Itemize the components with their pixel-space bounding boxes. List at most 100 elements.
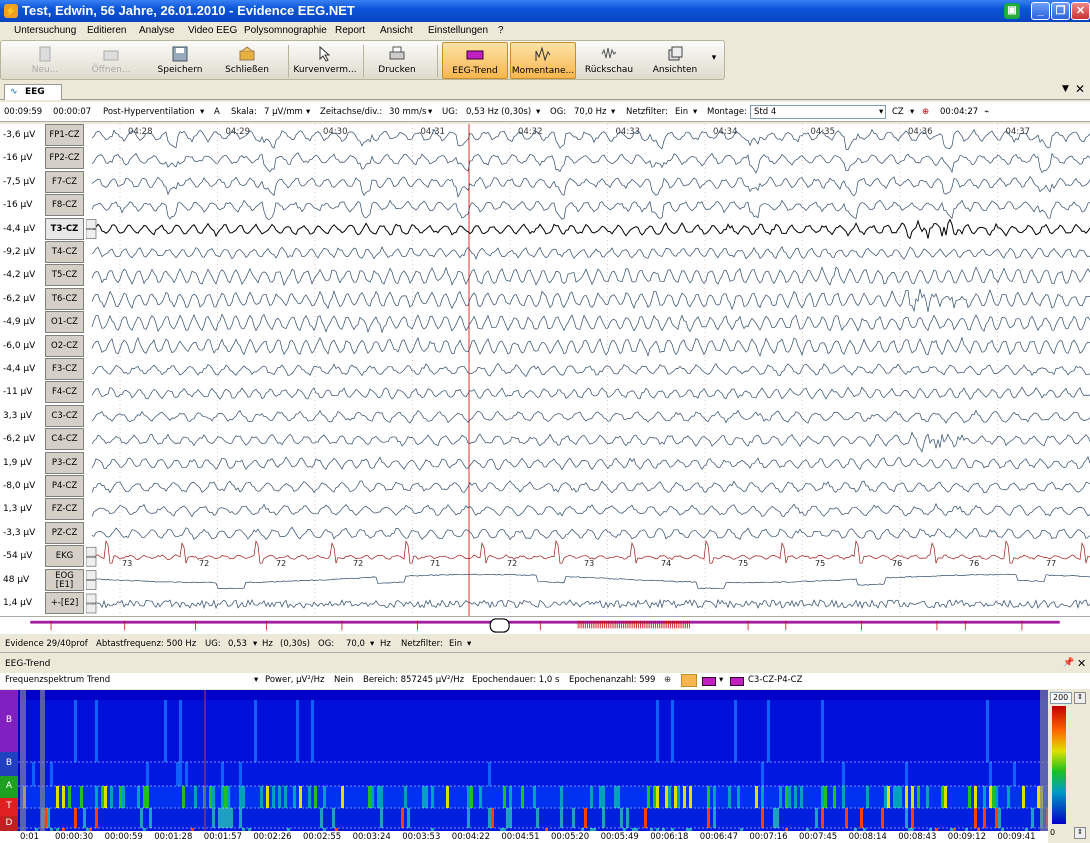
- frequency-spectrum-trend[interactable]: [0, 690, 1048, 831]
- timeline-thumb[interactable]: [489, 618, 510, 633]
- a-button[interactable]: A: [214, 107, 220, 117]
- reference-select[interactable]: CZ: [892, 107, 904, 117]
- trend-close-icon[interactable]: ✕: [1077, 657, 1086, 670]
- skala-select[interactable]: 7 µV/mm: [264, 107, 303, 117]
- channel-name-button[interactable]: F3-CZ: [45, 358, 84, 380]
- channel-name-button[interactable]: FP1-CZ: [45, 124, 84, 146]
- amplitude-minus-button[interactable]: [86, 556, 97, 567]
- color-palette-icon[interactable]: [681, 674, 697, 687]
- menu-editieren[interactable]: Editieren: [87, 25, 126, 36]
- power-unit-label[interactable]: Power, µV²/Hz: [265, 675, 324, 685]
- skala-dropdown-icon[interactable]: ▾: [306, 107, 310, 117]
- info-ug-dropdown-icon[interactable]: ▾: [253, 639, 257, 649]
- display-mode-icon[interactable]: [702, 677, 716, 686]
- og-select[interactable]: 70,0 Hz: [574, 107, 606, 117]
- minimize-button[interactable]: _: [1031, 2, 1050, 20]
- channel-name-button[interactable]: T5-CZ: [45, 264, 84, 287]
- info-ug-value[interactable]: 0,53: [228, 639, 247, 649]
- channel-name-button[interactable]: C3-CZ: [45, 404, 84, 427]
- channel-name-button[interactable]: FZ-CZ: [45, 498, 84, 521]
- menu-video-eeg[interactable]: Video EEG: [188, 25, 237, 36]
- channel-name-button[interactable]: F4-CZ: [45, 381, 84, 404]
- display-mode-dropdown-icon[interactable]: ▾: [719, 675, 723, 685]
- eeg-waveform-area[interactable]: 04:28 04:29 04:30 04:31 04:32 04:33 04:34 04:35…: [86, 124, 1090, 616]
- menu-ansicht[interactable]: Ansicht: [380, 25, 413, 36]
- momentary-button[interactable]: Momentane...: [510, 42, 576, 79]
- tab-close-icon[interactable]: ✕: [1075, 82, 1085, 96]
- epoch-duration-label[interactable]: Epochendauer: 1,0 s: [472, 675, 559, 685]
- scale-min-spinner-icon[interactable]: ⇕: [1074, 827, 1086, 839]
- eeg-trend-button[interactable]: EEG-Trend: [442, 42, 508, 79]
- scale-max-spinner-icon[interactable]: ⇕: [1074, 692, 1086, 704]
- trend-mode-dropdown-icon[interactable]: ▾: [254, 675, 258, 685]
- zeitachse-dropdown-icon[interactable]: ▾: [428, 107, 432, 117]
- cursor-measure-button[interactable]: Kurvenverm...: [292, 42, 358, 79]
- amplitude-minus-button[interactable]: [86, 603, 97, 614]
- netzfilter-dropdown-icon[interactable]: ▾: [693, 107, 697, 117]
- info-og-dropdown-icon[interactable]: ▾: [370, 639, 374, 649]
- open-button[interactable]: Öffnen...: [85, 42, 137, 79]
- netzfilter-select[interactable]: Ein: [675, 107, 688, 117]
- close-doc-button[interactable]: Schließen: [221, 42, 273, 79]
- restore-button[interactable]: ❐: [1051, 2, 1070, 20]
- info-og-value[interactable]: 70,0: [346, 639, 365, 649]
- channel-name-button[interactable]: T4-CZ: [45, 241, 84, 263]
- channel-name-button[interactable]: F8-CZ: [45, 194, 84, 217]
- views-button[interactable]: Ansichten: [649, 42, 701, 79]
- channel-name-button[interactable]: FP2-CZ: [45, 147, 84, 170]
- status-tray-icon[interactable]: ▣: [1004, 3, 1020, 19]
- channel-name-button[interactable]: EKG: [45, 545, 84, 568]
- log-setting-label[interactable]: Nein: [334, 675, 353, 685]
- channel-name-button[interactable]: PZ-CZ: [45, 521, 84, 544]
- channel-name-button[interactable]: +-[E2]: [45, 592, 84, 614]
- menu-analyse[interactable]: Analyse: [139, 25, 175, 36]
- tab-eeg[interactable]: ∿ EEG: [4, 84, 62, 100]
- new-button[interactable]: Neu...: [19, 42, 71, 79]
- timeline-overview[interactable]: [0, 616, 1090, 634]
- amplitude-plus-button[interactable]: [86, 219, 97, 229]
- target-icon[interactable]: ⊕: [922, 107, 929, 117]
- info-netzfilter-value[interactable]: Ein: [449, 639, 462, 649]
- montage-select[interactable]: Std 4: [750, 105, 886, 119]
- print-button[interactable]: Drucken: [371, 42, 423, 79]
- scale-max-input[interactable]: 200: [1050, 692, 1072, 704]
- amplitude-plus-button[interactable]: [86, 593, 97, 604]
- amplitude-plus-button[interactable]: [86, 546, 97, 557]
- menu-untersuchung[interactable]: Untersuchung: [14, 25, 76, 36]
- channel-name-button[interactable]: O1-CZ: [45, 311, 84, 334]
- ug-select[interactable]: 0,53 Hz (0,30s): [466, 107, 531, 117]
- channel-name-button[interactable]: T6-CZ: [45, 287, 84, 310]
- info-netzfilter-dropdown-icon[interactable]: ▾: [467, 639, 471, 649]
- amplitude-plus-button[interactable]: [86, 570, 97, 580]
- amplitude-minus-button[interactable]: [86, 229, 97, 239]
- pin-icon[interactable]: 📌: [1063, 658, 1074, 668]
- montage-dropdown-icon[interactable]: ▾: [879, 107, 883, 117]
- channel-name-button[interactable]: P4-CZ: [45, 475, 84, 497]
- ug-dropdown-icon[interactable]: ▾: [536, 107, 540, 117]
- channel-name-button[interactable]: F7-CZ: [45, 170, 84, 193]
- menu-einstellungen[interactable]: Einstellungen: [428, 25, 488, 36]
- channel-name-button[interactable]: EOG [E1]: [45, 568, 84, 591]
- og-dropdown-icon[interactable]: ▾: [611, 107, 615, 117]
- tab-dropdown-icon[interactable]: ▼: [1062, 84, 1069, 94]
- trend-mode-select[interactable]: Frequenzspektrum Trend: [5, 675, 110, 685]
- save-button[interactable]: Speichern: [153, 42, 207, 79]
- spectrum-cell: [635, 700, 638, 762]
- channel-name-button[interactable]: P3-CZ: [45, 451, 84, 474]
- marker-icon[interactable]: ⌁: [984, 107, 989, 117]
- channel-name-button[interactable]: C4-CZ: [45, 428, 84, 451]
- channel-name-button[interactable]: O2-CZ: [45, 334, 84, 357]
- channel-name-button[interactable]: T3-CZ: [45, 217, 84, 240]
- range-label[interactable]: Bereich: 857245 µV²/Hz: [363, 675, 464, 685]
- review-button[interactable]: Rückschau: [583, 42, 635, 79]
- amplitude-minus-button[interactable]: [86, 580, 97, 590]
- phase-dropdown-icon[interactable]: ▾: [200, 107, 204, 117]
- phase-select[interactable]: Post-Hyperventilation: [103, 107, 195, 117]
- menu-report[interactable]: Report: [335, 25, 365, 36]
- zeitachse-select[interactable]: 30 mm/s: [389, 107, 426, 117]
- reference-dropdown-icon[interactable]: ▾: [910, 107, 914, 117]
- menu-polysomnographie[interactable]: Polysomnographie: [244, 25, 327, 36]
- close-window-button[interactable]: ✕: [1071, 2, 1090, 20]
- trend-target-icon[interactable]: ⊕: [664, 675, 671, 685]
- menu-help[interactable]: ?: [498, 25, 504, 36]
